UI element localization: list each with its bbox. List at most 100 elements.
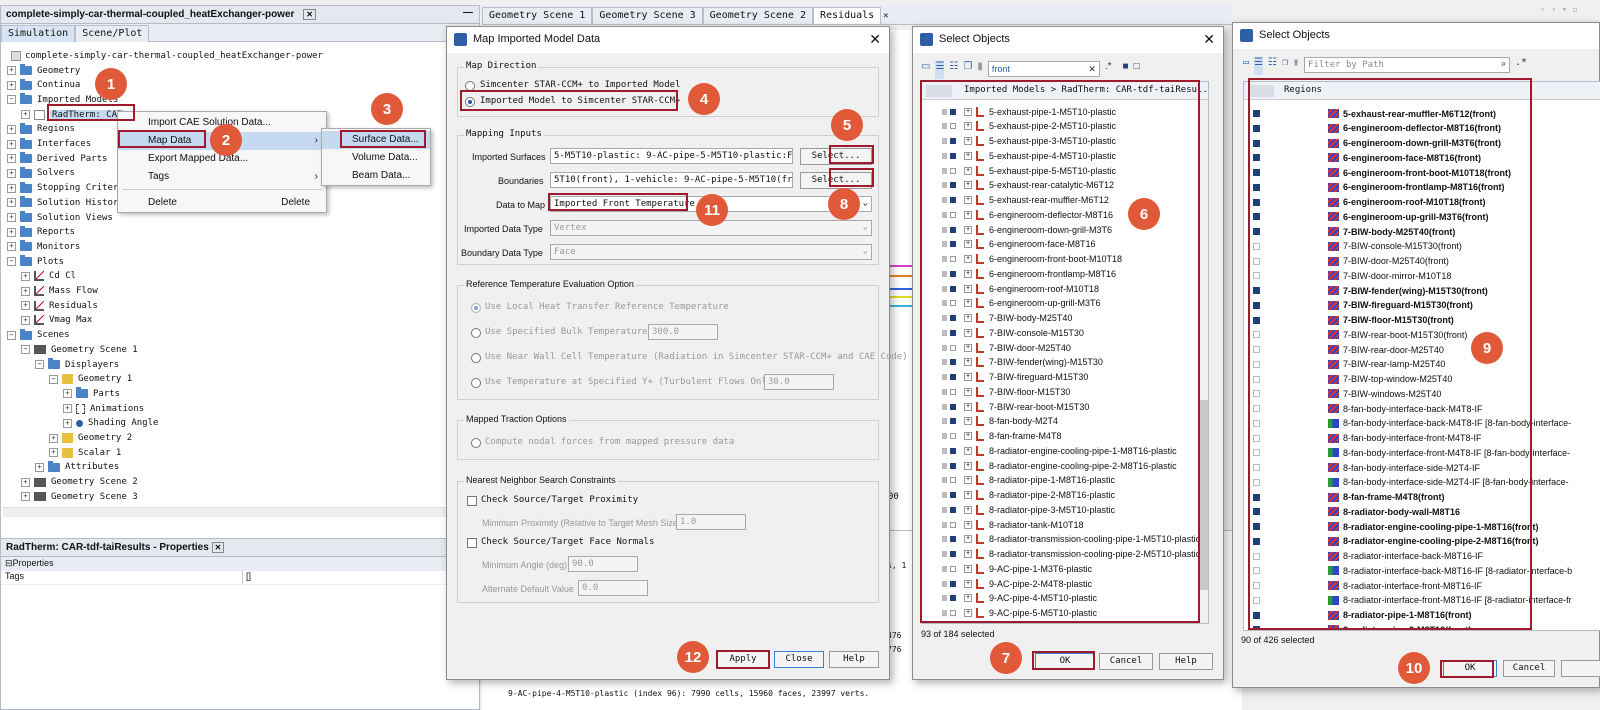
expand-toggle-icon[interactable]: +: [49, 433, 58, 443]
list-item[interactable]: +7-BIW-fireguard-M15T30: [922, 370, 1208, 385]
tree-item[interactable]: − Plots: [7, 254, 64, 269]
menu-item-delete[interactable]: Delete Delete: [118, 194, 326, 212]
selection-indicator[interactable]: [1253, 537, 1260, 545]
expand-toggle-icon[interactable]: +: [49, 448, 58, 458]
tree-item[interactable]: + Vmag Max: [21, 313, 92, 328]
expand-toggle-icon[interactable]: −: [7, 330, 16, 340]
expand-toggle-icon[interactable]: +: [964, 328, 972, 337]
list-item[interactable]: +9-AC-pipe-5-M5T10-plastic: [922, 606, 1208, 621]
expand-toggle-icon[interactable]: +: [964, 314, 972, 322]
selection-indicator[interactable]: [1253, 464, 1260, 471]
proximity-checkbox[interactable]: [467, 496, 477, 506]
list-item[interactable]: 8-fan-body-interface-side-M2T4-IF: [1244, 460, 1600, 475]
list-item[interactable]: +6-engineroom-up-grill-M3T6: [922, 296, 1208, 311]
list-item[interactable]: 8-fan-frame-M4T8(front): [1244, 490, 1600, 505]
selection-indicator[interactable]: [1253, 567, 1260, 575]
selection-indicator[interactable]: [950, 300, 956, 307]
expand-toggle-icon[interactable]: +: [964, 269, 972, 278]
expand-toggle-icon[interactable]: +: [21, 301, 30, 311]
selection-indicator[interactable]: [950, 418, 956, 425]
list-item[interactable]: 7-BIW-floor-M15T30(front): [1244, 313, 1600, 328]
expand-toggle-icon[interactable]: −: [35, 360, 44, 369]
list-item[interactable]: +8-radiator-transmission-cooling-pipe-2-…: [922, 547, 1208, 562]
help-button[interactable]: [1561, 660, 1600, 677]
list-item[interactable]: 7-BIW-body-M25T40(front): [1244, 224, 1600, 239]
list-item[interactable]: +6-engineroom-face-M8T16: [922, 237, 1208, 252]
selection-indicator[interactable]: [950, 580, 956, 587]
select-surfaces-button[interactable]: Select...: [800, 148, 872, 165]
selection-indicator[interactable]: [1253, 198, 1260, 206]
list-item[interactable]: 7-BIW-rear-door-M25T40: [1244, 342, 1600, 357]
selection-indicator[interactable]: [950, 241, 956, 248]
expand-toggle-icon[interactable]: +: [7, 80, 16, 90]
list-view-icon[interactable]: ☷: [1268, 57, 1277, 75]
expand-toggle-icon[interactable]: +: [964, 343, 972, 352]
expand-toggle-icon[interactable]: +: [7, 242, 16, 252]
expand-toggle-icon[interactable]: +: [964, 476, 972, 485]
list-item[interactable]: +7-BIW-floor-M15T30: [922, 384, 1208, 399]
select-none-icon[interactable]: □: [1134, 61, 1140, 79]
list-item[interactable]: +7-BIW-rear-boot-M15T30: [922, 399, 1208, 414]
tree-item[interactable]: + Stopping Criteria: [7, 181, 129, 196]
list-item[interactable]: 6-engineroom-down-grill-M3T6(front): [1244, 136, 1600, 151]
selection-indicator[interactable]: [950, 521, 956, 528]
tree-item[interactable]: − Geometry 1: [49, 372, 132, 387]
selection-indicator[interactable]: [950, 123, 956, 130]
selection-indicator[interactable]: [1253, 169, 1260, 176]
selection-indicator[interactable]: [950, 152, 956, 159]
tree-item[interactable]: + RadTherm: CAR: [21, 107, 125, 122]
selection-indicator[interactable]: [950, 403, 956, 410]
lock-icon[interactable]: ▮: [1293, 57, 1299, 75]
expand-toggle-icon[interactable]: −: [21, 345, 30, 355]
list-item[interactable]: +8-radiator-tank-M10T18: [922, 517, 1208, 532]
expand-toggle-icon[interactable]: +: [964, 284, 972, 293]
list-item[interactable]: +5-exhaust-pipe-3-M5T10-plastic: [922, 134, 1208, 149]
expand-toggle-icon[interactable]: +: [964, 166, 972, 175]
list-item[interactable]: +8-radiator-engine-cooling-pipe-1-M8T16-…: [922, 443, 1208, 458]
list-item[interactable]: 7-BIW-door-M25T40(front): [1244, 254, 1600, 269]
tree-item[interactable]: + Shading Angle: [63, 416, 158, 431]
selection-indicator[interactable]: [1253, 434, 1260, 442]
expand-toggle-icon[interactable]: +: [63, 418, 72, 428]
list-item[interactable]: 8-radiator-engine-cooling-pipe-2-M8T16(f…: [1244, 534, 1600, 549]
list-item[interactable]: 6-engineroom-roof-M10T18(front): [1244, 195, 1600, 210]
selection-indicator[interactable]: [950, 344, 956, 351]
close-icon[interactable]: ✕: [211, 542, 225, 553]
close-icon[interactable]: ✕: [883, 11, 888, 21]
selection-indicator[interactable]: [1253, 287, 1260, 294]
selection-indicator[interactable]: [1253, 139, 1260, 147]
tree-item[interactable]: − Geometry Scene 1: [21, 342, 138, 357]
alt-default-field[interactable]: 0.0: [578, 580, 648, 596]
copy-icon[interactable]: ❐: [963, 61, 972, 79]
list-scrollbar[interactable]: [1198, 100, 1208, 623]
tab-geometry-scene-1[interactable]: Geometry Scene 1: [482, 7, 593, 24]
lock-icon[interactable]: ▮: [977, 61, 983, 79]
tree-item[interactable]: + Derived Parts: [7, 151, 107, 166]
expand-toggle-icon[interactable]: +: [964, 137, 972, 145]
list-item[interactable]: +6-engineroom-front-boot-M10T18: [922, 252, 1208, 267]
list-item[interactable]: +9-AC-pipe-2-M4T8-plastic: [922, 576, 1208, 591]
tree-item[interactable]: + Solution Views: [7, 210, 113, 225]
select-boundaries-button[interactable]: Select...: [800, 172, 872, 189]
list-item[interactable]: 8-radiator-interface-back-M8T16-IF: [1244, 549, 1600, 564]
expand-toggle-icon[interactable]: +: [964, 609, 972, 617]
scroll-thumb[interactable]: [1200, 400, 1208, 590]
boundary-data-type-select[interactable]: Face ⌄: [550, 244, 872, 260]
expand-toggle-icon[interactable]: +: [35, 462, 44, 472]
list-item[interactable]: 8-radiator-pipe-2-M8T16(front): [1244, 622, 1600, 630]
tab-residuals[interactable]: Residuals: [812, 7, 882, 24]
tree-item[interactable]: + Scalar 1: [49, 445, 121, 460]
cancel-button[interactable]: Cancel: [1099, 653, 1153, 670]
selection-indicator[interactable]: [950, 492, 956, 498]
selection-indicator[interactable]: [1253, 552, 1260, 560]
tree-item[interactable]: + Monitors: [7, 239, 80, 254]
expand-toggle-icon[interactable]: +: [964, 535, 972, 544]
radio-near-wall[interactable]: [471, 353, 481, 363]
y-plus-field[interactable]: 30.0: [764, 374, 834, 390]
selection-indicator[interactable]: [1253, 419, 1260, 427]
expand-toggle-icon[interactable]: +: [7, 139, 16, 149]
list-item[interactable]: 7-BIW-fender(wing)-M15T30(front): [1244, 283, 1600, 298]
tree-item[interactable]: + Interfaces: [7, 137, 91, 152]
expand-toggle-icon[interactable]: +: [21, 492, 30, 502]
help-button[interactable]: Help: [829, 651, 879, 668]
